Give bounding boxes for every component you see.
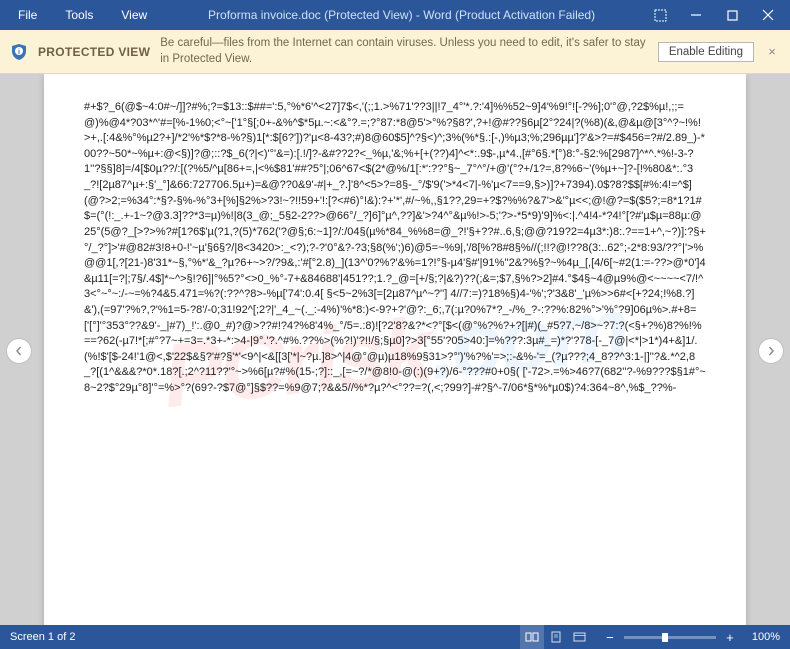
zoom-slider[interactable] <box>624 636 716 639</box>
enable-editing-button[interactable]: Enable Editing <box>658 42 754 62</box>
document-body-text: #+$?_6(@$~4:0#~/]]?#%;?=$13::$##=':5,°%*… <box>84 100 706 397</box>
close-button[interactable] <box>750 0 786 30</box>
ribbon-display-button[interactable] <box>642 0 678 30</box>
read-mode-button[interactable] <box>520 625 544 649</box>
minimize-button[interactable] <box>678 0 714 30</box>
zoom-in-button[interactable]: + <box>722 630 738 645</box>
next-page-button[interactable] <box>758 338 784 364</box>
print-layout-button[interactable] <box>544 625 568 649</box>
document-area: PCrisk.com #+$?_6(@$~4:0#~/]]?#%;?=$13::… <box>0 74 790 628</box>
web-layout-button[interactable] <box>568 625 592 649</box>
protected-view-bar: i PROTECTED VIEW Be careful—files from t… <box>0 30 790 74</box>
window-title: Proforma invoice.doc (Protected View) - … <box>161 8 642 22</box>
zoom-percent[interactable]: 100% <box>752 631 780 643</box>
protected-view-text: Be careful—files from the Internet can c… <box>160 36 648 67</box>
menu-view[interactable]: View <box>107 2 161 28</box>
shield-icon: i <box>10 43 28 61</box>
zoom-out-button[interactable]: − <box>602 630 618 645</box>
maximize-button[interactable] <box>714 0 750 30</box>
menu-file[interactable]: File <box>4 2 51 28</box>
menu-tools[interactable]: Tools <box>51 2 107 28</box>
status-bar: Screen 1 of 2 − + 100% <box>0 625 790 649</box>
document-page: PCrisk.com #+$?_6(@$~4:0#~/]]?#%;?=$13::… <box>44 74 746 628</box>
protected-view-title: PROTECTED VIEW <box>38 45 150 59</box>
close-warning-button[interactable]: × <box>764 44 780 59</box>
svg-text:i: i <box>18 49 20 56</box>
prev-page-button[interactable] <box>6 338 32 364</box>
screen-indicator[interactable]: Screen 1 of 2 <box>10 631 520 643</box>
